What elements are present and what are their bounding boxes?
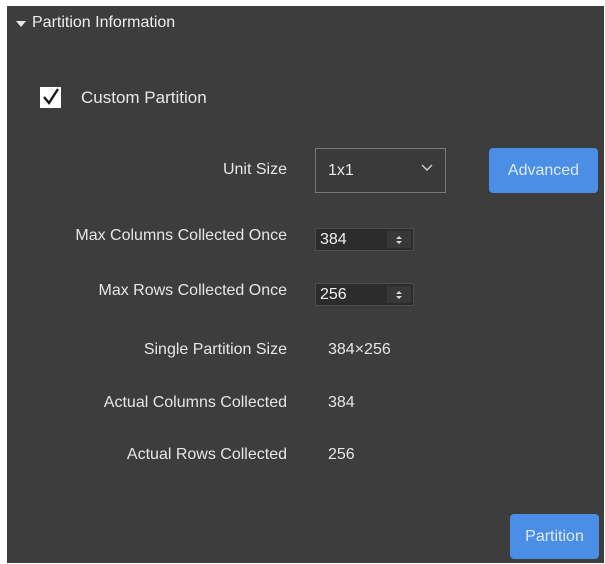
spinner-arrows-icon[interactable] xyxy=(387,286,411,303)
max-columns-stepper[interactable]: 384 xyxy=(315,228,414,251)
actual-columns-value: 384 xyxy=(328,394,355,411)
unit-size-select[interactable]: 1x1 xyxy=(315,148,446,193)
max-columns-value[interactable]: 384 xyxy=(320,231,347,249)
custom-partition-checkbox[interactable] xyxy=(40,87,61,108)
unit-size-label: Unit Size xyxy=(222,161,287,178)
collapse-triangle-icon[interactable] xyxy=(16,20,26,27)
actual-rows-label: Actual Rows Collected xyxy=(126,446,287,463)
single-partition-size-label: Single Partition Size xyxy=(143,341,287,358)
partition-info-panel: Partition Information Custom Partition U… xyxy=(7,6,604,563)
checkmark-icon xyxy=(43,88,60,106)
single-partition-size-value: 384×256 xyxy=(328,341,391,358)
custom-partition-label: Custom Partition xyxy=(81,87,207,107)
max-columns-label: Max Columns Collected Once xyxy=(75,227,287,244)
section-header[interactable]: Partition Information xyxy=(16,12,175,34)
advanced-button[interactable]: Advanced xyxy=(489,148,598,193)
actual-columns-label: Actual Columns Collected xyxy=(103,394,287,411)
chevron-down-icon xyxy=(421,164,433,171)
max-rows-label: Max Rows Collected Once xyxy=(98,282,287,299)
unit-size-value: 1x1 xyxy=(328,161,354,179)
spinner-arrows-icon[interactable] xyxy=(387,231,411,248)
partition-button[interactable]: Partition xyxy=(510,514,599,559)
max-rows-stepper[interactable]: 256 xyxy=(315,283,414,306)
actual-rows-value: 256 xyxy=(328,446,355,463)
custom-partition-row[interactable]: Custom Partition xyxy=(40,87,207,108)
section-title: Partition Information xyxy=(32,14,176,31)
max-rows-value[interactable]: 256 xyxy=(320,286,347,304)
